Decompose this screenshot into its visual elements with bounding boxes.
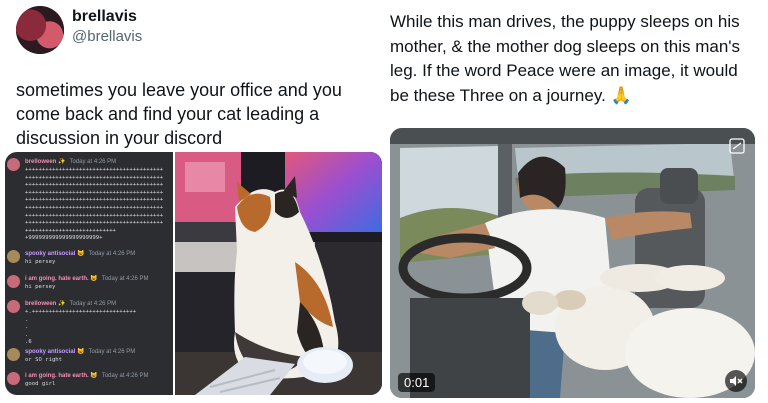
message-timestamp: Today at 4:26 PM: [69, 301, 117, 307]
message-username: spooky antisocial 😺: [25, 349, 85, 355]
right-tweet: While this man drives, the puppy sleeps …: [384, 0, 768, 403]
user-avatar-icon: [7, 250, 20, 263]
message-body: ++++++++++++++++++++++++++++++++++++++++…: [25, 167, 164, 242]
user-avatar-icon: [7, 275, 20, 288]
avatar[interactable]: [16, 6, 64, 54]
alt-badge-icon: [729, 138, 745, 154]
message-username: i am going. hate earth. 😺: [25, 276, 98, 282]
cat-photo: [175, 152, 382, 395]
user-avatar-icon: [7, 348, 20, 361]
message-body: hi persey: [25, 284, 56, 290]
user-avatar-icon: [7, 372, 20, 385]
user-avatar-icon: [7, 158, 20, 171]
video-player[interactable]: 0:01: [390, 128, 755, 398]
display-name[interactable]: brellavis: [72, 8, 137, 26]
message-timestamp: Today at 4:26 PM: [69, 159, 117, 165]
left-tweet: brellavis @brellavis sometimes you leave…: [0, 0, 384, 403]
message-username: brelloween ✨: [25, 301, 66, 307]
message-body: good girl: [25, 381, 56, 387]
message-username: spooky antisocial 😺: [25, 251, 85, 257]
message-timestamp: Today at 4:26 PM: [101, 373, 149, 379]
speaker-muted-icon: [730, 376, 743, 386]
discord-screenshot: brelloween ✨ Today at 4:26 PM +++++++++++…: [5, 152, 173, 395]
mute-button[interactable]: [725, 370, 747, 392]
tweet-text: While this man drives, the puppy sleeps …: [390, 12, 741, 105]
tweet-text: sometimes you leave your office and you …: [16, 80, 342, 148]
message-body: or SO right: [25, 357, 63, 363]
user-avatar-icon: [7, 300, 20, 313]
message-timestamp: Today at 4:26 PM: [101, 276, 149, 282]
user-handle[interactable]: @brellavis: [72, 28, 142, 45]
message-body: hi persey: [25, 259, 56, 265]
message-body: +.+++++++++++++++++++++++++++++++ . . . …: [25, 309, 137, 346]
cat-at-desk-image: [175, 152, 382, 395]
message-timestamp: Today at 4:26 PM: [88, 251, 136, 257]
message-username: i am going. hate earth. 😺: [25, 373, 98, 379]
message-timestamp: Today at 4:26 PM: [88, 349, 136, 355]
message-username: brelloween ✨: [25, 159, 66, 165]
tweet-media[interactable]: brelloween ✨ Today at 4:26 PM +++++++++++…: [5, 152, 382, 395]
video-timestamp: 0:01: [398, 373, 436, 392]
man-driving-with-dogs-image: [390, 128, 755, 398]
